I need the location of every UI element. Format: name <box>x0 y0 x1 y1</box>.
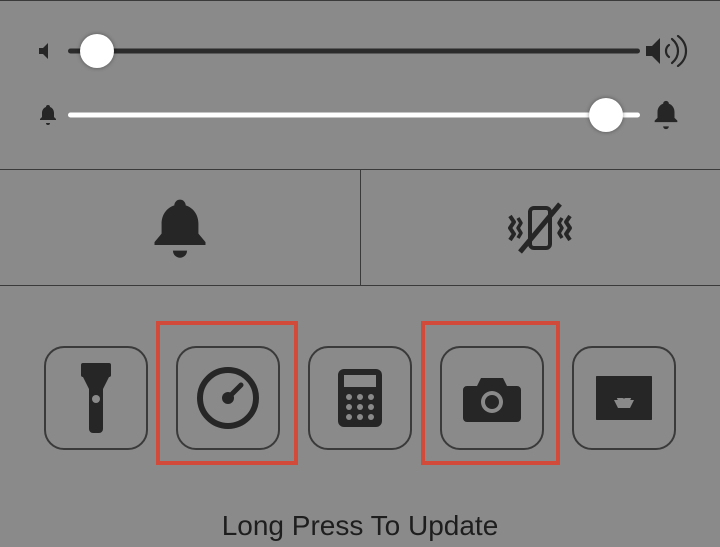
shortcuts-row <box>0 286 720 450</box>
bell-solid-icon <box>640 98 692 132</box>
volume-slider-row <box>28 19 692 83</box>
timer-tile[interactable] <box>176 346 280 450</box>
ring-mode-button[interactable] <box>0 170 361 285</box>
sound-mode-section <box>0 170 720 286</box>
inbox-down-icon <box>596 376 652 420</box>
control-center-panel: Long Press To Update <box>0 0 720 547</box>
timer-icon <box>197 367 259 429</box>
vibrate-off-button[interactable] <box>361 170 720 285</box>
vibrate-off-icon <box>500 196 580 260</box>
ringer-slider-row <box>28 83 692 147</box>
flashlight-icon <box>75 363 117 433</box>
speaker-loud-icon <box>640 35 692 67</box>
camera-tile[interactable] <box>440 346 544 450</box>
downloads-tile[interactable] <box>572 346 676 450</box>
calculator-icon <box>338 369 382 427</box>
volume-slider[interactable] <box>68 36 640 66</box>
sliders-section <box>0 1 720 170</box>
footer-hint: Long Press To Update <box>0 510 720 547</box>
camera-icon <box>461 374 523 422</box>
calculator-tile[interactable] <box>308 346 412 450</box>
ringer-slider[interactable] <box>68 100 640 130</box>
bell-large-icon <box>146 194 214 262</box>
speaker-mute-icon <box>28 39 68 63</box>
bell-small-icon <box>28 103 68 127</box>
flashlight-tile[interactable] <box>44 346 148 450</box>
